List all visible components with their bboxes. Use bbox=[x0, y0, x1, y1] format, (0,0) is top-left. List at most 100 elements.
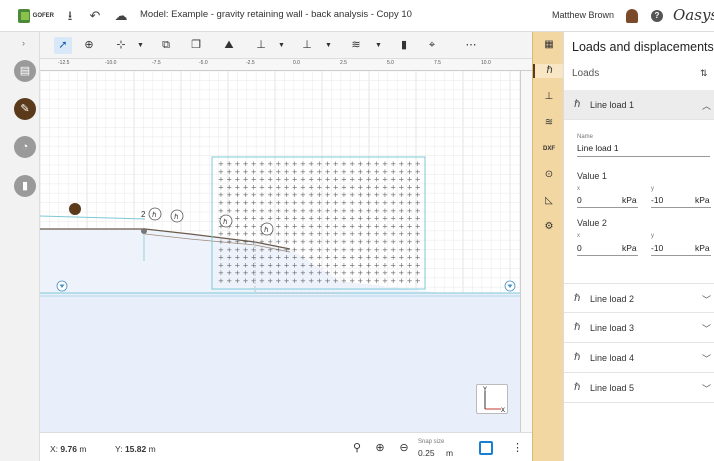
mesh-node: + bbox=[243, 215, 249, 223]
load-item-3[interactable]: ℏ Line load 3 ﹀ bbox=[564, 313, 714, 343]
mesh-node: + bbox=[325, 176, 331, 184]
settings-gear-icon[interactable]: ⚙ bbox=[541, 220, 557, 234]
wall-tool-icon[interactable]: ▮ bbox=[395, 37, 413, 54]
status-more-icon[interactable]: ⋮ bbox=[512, 441, 523, 454]
mesh-node: + bbox=[357, 176, 363, 184]
mesh-node: + bbox=[284, 238, 290, 246]
mesh-node: + bbox=[218, 254, 224, 262]
results-chart-icon[interactable]: ▮ bbox=[14, 175, 36, 197]
mesh-node: + bbox=[284, 222, 290, 230]
water-tool-icon[interactable]: ≋ bbox=[347, 37, 365, 54]
zoom-fit-icon[interactable]: ⚲ bbox=[350, 441, 364, 455]
mesh-node: + bbox=[407, 269, 413, 277]
ruler-label: 0.0 bbox=[293, 60, 300, 66]
drawing-canvas[interactable]: + + + + + + + + + + + + + + + + + + + + + + + + + + + + + + + + + + + + + + + +… bbox=[40, 59, 532, 432]
value2-y-input[interactable]: -10 bbox=[651, 243, 663, 253]
wrench-icon[interactable]: ✎ bbox=[14, 98, 36, 120]
load-dropdown-icon[interactable]: ▼ bbox=[325, 37, 332, 54]
point-tool-icon[interactable]: ⊹ bbox=[112, 37, 130, 54]
target-icon[interactable]: ⊙ bbox=[541, 168, 557, 182]
mesh-node: + bbox=[308, 183, 314, 191]
mesh-node: + bbox=[284, 254, 290, 262]
value1-y-input[interactable]: -10 bbox=[651, 195, 663, 205]
mesh-node: + bbox=[382, 222, 388, 230]
mesh-node: + bbox=[300, 176, 306, 184]
load-item-1[interactable]: ℏ Line load 1 ︿ bbox=[564, 90, 714, 120]
mesh-node: + bbox=[325, 199, 331, 207]
chevron-down-icon[interactable]: ﹀ bbox=[702, 293, 711, 306]
load-item-label: Line load 2 bbox=[590, 294, 635, 304]
more-tools-icon[interactable]: ⋯ bbox=[462, 37, 480, 54]
mesh-node: + bbox=[251, 230, 257, 238]
user-name[interactable]: Matthew Brown bbox=[552, 10, 614, 20]
chevron-up-icon[interactable]: ︿ bbox=[702, 99, 711, 112]
mesh-node: + bbox=[341, 183, 347, 191]
copy-tool-icon[interactable]: ❐ bbox=[187, 37, 205, 54]
load-tool-icon[interactable]: ⊥ bbox=[298, 37, 316, 54]
download-icon[interactable]: ⭳ bbox=[62, 8, 78, 24]
select-arrow-icon[interactable]: ➚ bbox=[54, 37, 72, 54]
load-item-5[interactable]: ℏ Line load 5 ﹀ bbox=[564, 373, 714, 403]
crosshair-tool-icon[interactable]: ⌖ bbox=[423, 37, 441, 54]
mesh-node: + bbox=[292, 183, 298, 191]
chevron-down-icon[interactable]: ﹀ bbox=[702, 382, 711, 395]
mesh-node: + bbox=[308, 269, 314, 277]
support-tool-icon[interactable]: ⊥ bbox=[252, 37, 270, 54]
mesh-node: + bbox=[308, 160, 314, 168]
zoom-in-icon[interactable]: ⊕ bbox=[373, 441, 387, 455]
soil-tool-icon[interactable]: ⛰ bbox=[220, 37, 238, 54]
zoom-select-icon[interactable]: ⊕ bbox=[80, 37, 98, 54]
mesh-node: + bbox=[308, 215, 314, 223]
mesh-node: + bbox=[234, 160, 240, 168]
mesh-node: + bbox=[374, 183, 380, 191]
sort-icon[interactable]: ⇅ bbox=[700, 68, 708, 79]
zoom-out-icon[interactable]: ⊖ bbox=[397, 441, 411, 455]
value1-x-underline bbox=[577, 207, 638, 208]
dxf-import-icon[interactable]: DXF bbox=[541, 142, 557, 156]
cloud-icon[interactable]: ☁ bbox=[113, 8, 129, 24]
mesh-node: + bbox=[374, 246, 380, 254]
mesh-node: + bbox=[300, 215, 306, 223]
app-logo[interactable]: GOFER bbox=[18, 7, 54, 25]
slope-icon[interactable]: ◺ bbox=[541, 194, 557, 208]
clipboard-icon[interactable]: ▤ bbox=[14, 60, 36, 82]
polygon-tool-icon[interactable]: ⧉ bbox=[157, 37, 175, 54]
mesh-node: + bbox=[366, 215, 372, 223]
drawing-toolbar: ➚ ⊕ ⊹ ▼ ⧉ ❐ ⛰ ⊥ ▼ ⊥ ▼ ≋ ▼ ▮ ⌖ ⋯ bbox=[40, 32, 532, 59]
mesh-node: + bbox=[308, 191, 314, 199]
mesh-node: + bbox=[325, 230, 331, 238]
grid-toggle-icon[interactable] bbox=[479, 441, 493, 455]
mesh-node: + bbox=[259, 191, 265, 199]
layers-icon[interactable]: ▦ bbox=[541, 38, 557, 52]
mesh-node: + bbox=[407, 176, 413, 184]
help-icon[interactable]: ? bbox=[651, 10, 663, 22]
mesh-node: + bbox=[267, 199, 273, 207]
mesh-node: + bbox=[308, 254, 314, 262]
canvas-svg[interactable]: ++++++++++++++++++++++++++++++++++++++++… bbox=[40, 59, 532, 432]
mesh-node: + bbox=[407, 215, 413, 223]
avatar[interactable] bbox=[626, 9, 638, 23]
name-input[interactable]: Line load 1 bbox=[577, 143, 619, 153]
mesh-node: + bbox=[284, 176, 290, 184]
undo-icon[interactable]: ↶ bbox=[87, 8, 103, 24]
water-icon[interactable]: ≋ bbox=[541, 116, 557, 130]
chevron-down-icon[interactable]: ﹀ bbox=[702, 352, 711, 365]
water-dropdown-icon[interactable]: ▼ bbox=[375, 37, 382, 54]
lower-soil-region bbox=[40, 293, 520, 432]
mesh-node: + bbox=[398, 261, 404, 269]
load-item-2[interactable]: ℏ Line load 2 ﹀ bbox=[564, 283, 714, 313]
mesh-node: + bbox=[300, 261, 306, 269]
loads-icon[interactable]: ℏ bbox=[533, 64, 564, 78]
point-dropdown-icon[interactable]: ▼ bbox=[137, 37, 144, 54]
chevron-down-icon[interactable]: ﹀ bbox=[702, 322, 711, 335]
analysis-icon[interactable]: ◔ bbox=[14, 136, 36, 158]
load-item-4[interactable]: ℏ Line load 4 ﹀ bbox=[564, 343, 714, 373]
value2-x-input[interactable]: 0 bbox=[577, 243, 582, 253]
mesh-node: + bbox=[243, 176, 249, 184]
value1-x-input[interactable]: 0 bbox=[577, 195, 582, 205]
status-bar: X: 9.76 m Y: 15.82 m ⚲ ⊕ ⊖ Snap size 0.2… bbox=[40, 432, 532, 461]
snap-size-input[interactable]: 0.25 bbox=[418, 448, 435, 458]
supports-icon[interactable]: ⊥ bbox=[541, 90, 557, 104]
support-dropdown-icon[interactable]: ▼ bbox=[278, 37, 285, 54]
expand-chevron-icon[interactable]: › bbox=[22, 38, 25, 48]
